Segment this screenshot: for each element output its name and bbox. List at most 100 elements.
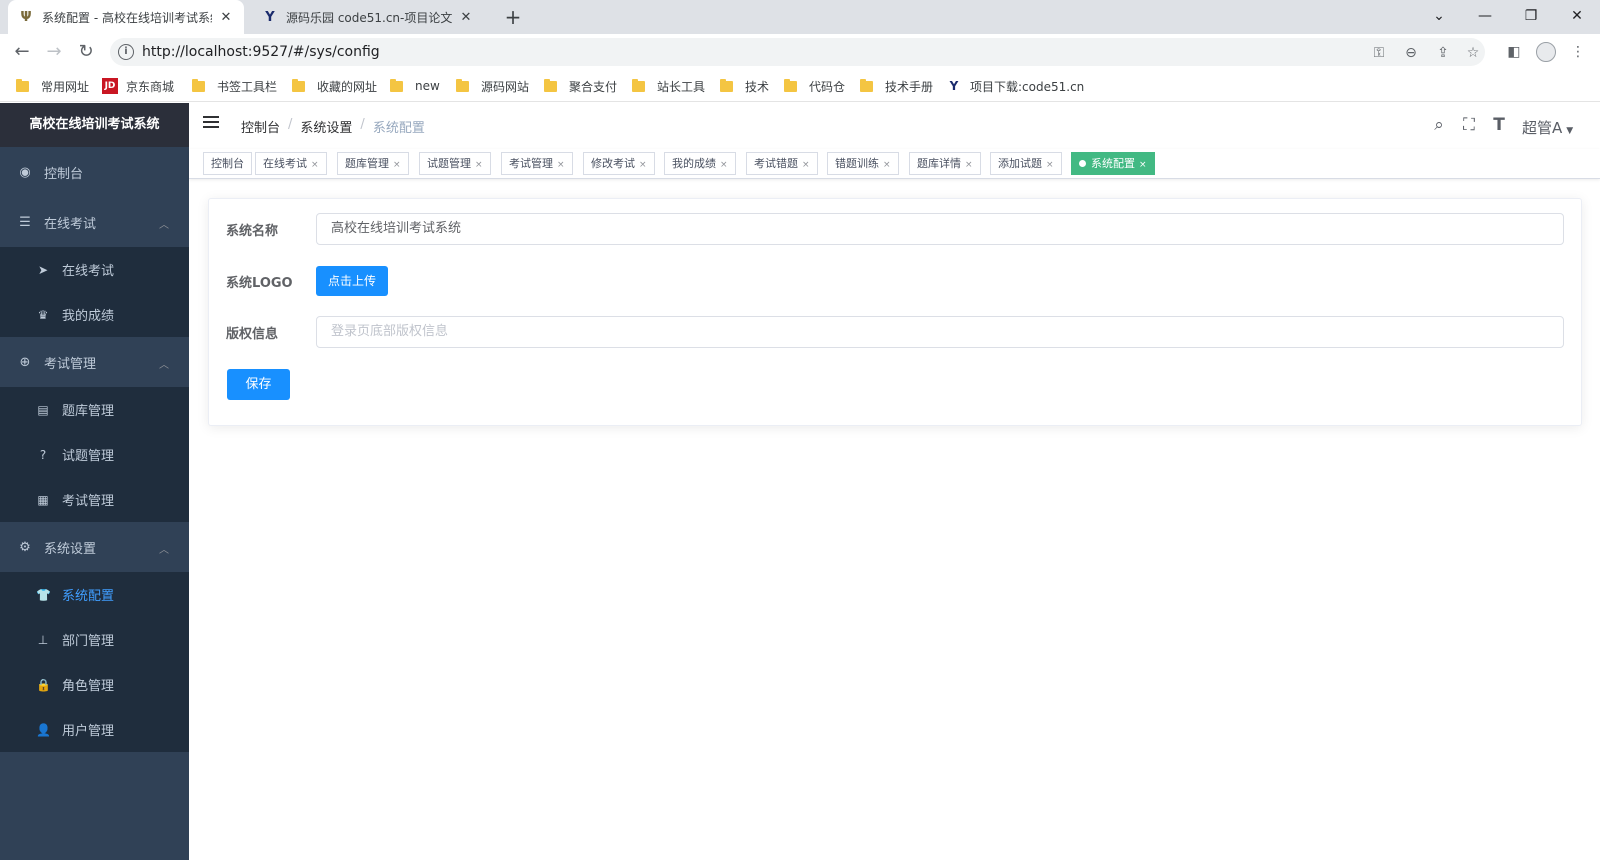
bookmark-item[interactable]: 站长工具 — [632, 77, 705, 95]
breadcrumb-item[interactable]: 系统设置 — [300, 117, 352, 136]
bookmark-item[interactable]: 技术手册 — [860, 77, 933, 95]
bookmark-item[interactable]: Y 项目下载:code51.cn — [946, 77, 1085, 95]
close-tab-icon[interactable]: ✕ — [218, 10, 234, 25]
y-logo-icon: Y — [265, 9, 275, 25]
sidebar-item-question-bank[interactable]: ▤ 题库管理 — [0, 387, 189, 432]
folder-icon — [860, 78, 873, 92]
sidebar-item-label: 在线考试 — [62, 264, 115, 279]
bookmark-item[interactable]: new — [390, 77, 440, 95]
tag-item[interactable]: 题库管理 × — [337, 152, 409, 175]
minimize-button[interactable]: — — [1462, 0, 1508, 34]
tag-item[interactable]: 试题管理 × — [419, 152, 491, 175]
side-panel-icon[interactable]: ◧ — [1504, 42, 1524, 62]
fullscreen-icon[interactable]: ⛶ — [1457, 113, 1481, 137]
forward-arrow-icon[interactable]: → — [40, 38, 68, 66]
sidebar-item-system-config[interactable]: 👕 系统配置 — [0, 572, 189, 617]
new-tab-button[interactable]: + — [500, 4, 526, 30]
reload-icon[interactable]: ↻ — [72, 38, 100, 66]
tag-label: 我的成绩 — [672, 157, 716, 170]
tag-close-icon[interactable]: × — [1139, 160, 1147, 170]
tag-close-icon[interactable]: × — [311, 160, 319, 170]
tag-close-icon[interactable]: × — [393, 160, 401, 170]
tag-item[interactable]: 考试管理 × — [501, 152, 573, 175]
close-tab-icon[interactable]: ✕ — [458, 10, 474, 25]
tag-close-icon[interactable]: × — [883, 160, 891, 170]
bookmark-label: 代码仓 — [809, 79, 846, 94]
tag-item[interactable]: 控制台 — [203, 152, 252, 175]
tag-item[interactable]: 我的成绩 × — [664, 152, 736, 175]
sidebar-item-online-exam[interactable]: ➤ 在线考试 — [0, 247, 189, 292]
close-window-button[interactable]: ✕ — [1554, 0, 1600, 34]
sidebar-item-questions[interactable]: ? 试题管理 — [0, 432, 189, 477]
tag-label: 考试管理 — [509, 157, 553, 170]
bookmark-label: 聚合支付 — [569, 79, 618, 94]
caret-down-icon: ▼ — [1566, 126, 1574, 136]
tag-close-icon[interactable]: × — [639, 160, 647, 170]
tag-close-icon[interactable]: × — [720, 160, 728, 170]
tag-item-active[interactable]: 系统配置 × — [1071, 152, 1155, 175]
bookmark-label: 收藏的网址 — [317, 79, 378, 94]
folder-icon — [192, 78, 205, 92]
sidebar-group-system-settings[interactable]: ⚙ 系统设置 ︿ — [0, 522, 189, 572]
book-icon: ▤ — [37, 402, 49, 417]
sidebar-item-users[interactable]: 👤 用户管理 — [0, 707, 189, 752]
tab-search-icon[interactable]: ⌄ — [1416, 0, 1462, 34]
sidebar-item-label: 用户管理 — [62, 724, 115, 739]
folder-icon — [720, 78, 733, 92]
site-info-icon[interactable]: i — [118, 44, 134, 60]
sidebar-group-exam-management[interactable]: ⊕ 考试管理 ︿ — [0, 337, 189, 387]
profile-avatar-icon[interactable] — [1536, 42, 1556, 62]
dashboard-icon: ◉ — [19, 164, 31, 180]
tag-close-icon[interactable]: × — [557, 160, 565, 170]
upload-button[interactable]: 点击上传 — [316, 266, 388, 296]
tag-item[interactable]: 考试错题 × — [746, 152, 818, 175]
config-form-card: 系统名称 高校在线培训考试系统 系统LOGO 点击上传 版权信息 登录页底部版权… — [208, 198, 1582, 426]
back-arrow-icon[interactable]: ← — [8, 38, 36, 66]
bookmark-item[interactable]: 源码网站 — [456, 77, 529, 95]
tag-close-icon[interactable]: × — [1046, 160, 1054, 170]
hamburger-menu-icon[interactable] — [203, 116, 219, 130]
browser-tab-active[interactable]: Ψ 系统配置 - 高校在线培训考试系统 ✕ — [8, 0, 244, 34]
address-bar[interactable]: i http://localhost:9527/#/sys/config ⚿ ⊖… — [110, 38, 1485, 66]
lock-icon: 🔒 — [36, 677, 51, 692]
breadcrumb-item-current: 系统配置 — [372, 121, 425, 136]
bookmark-item[interactable]: 技术 — [720, 77, 769, 95]
bookmark-item[interactable]: 代码仓 — [784, 77, 845, 95]
search-icon[interactable]: ⌕ — [1427, 113, 1451, 137]
key-icon[interactable]: ⚿ — [1370, 44, 1388, 62]
share-icon[interactable]: ⇪ — [1434, 44, 1452, 62]
system-name-label: 系统名称 — [226, 224, 279, 239]
sidebar-item-roles[interactable]: 🔒 角色管理 — [0, 662, 189, 707]
bookmark-item[interactable]: 书签工具栏 — [192, 77, 277, 95]
menu-dots-icon[interactable]: ⋮ — [1568, 42, 1588, 62]
user-dropdown[interactable]: 超管A ▼ — [1522, 117, 1573, 138]
bookmark-item[interactable]: 常用网址 — [16, 77, 89, 95]
tag-item[interactable]: 修改考试 × — [583, 152, 655, 175]
sidebar-group-online-exam[interactable]: ☰ 在线考试 ︿ — [0, 197, 189, 247]
sidebar-item-my-scores[interactable]: ♛ 我的成绩 — [0, 292, 189, 337]
tag-close-icon[interactable]: × — [802, 160, 810, 170]
tag-close-icon[interactable]: × — [965, 160, 973, 170]
save-button[interactable]: 保存 — [227, 369, 290, 400]
bookmark-item[interactable]: 聚合支付 — [544, 77, 617, 95]
bookmark-item[interactable]: JD 京东商城 — [102, 77, 174, 95]
sidebar-item-exams[interactable]: ▦ 考试管理 — [0, 477, 189, 522]
breadcrumb-item[interactable]: 控制台 — [241, 117, 280, 136]
sidebar-item-dashboard[interactable]: ◉ 控制台 — [0, 147, 189, 197]
system-name-input[interactable]: 高校在线培训考试系统 — [316, 213, 1564, 245]
tag-item[interactable]: 在线考试 × — [255, 152, 327, 175]
sidebar-item-departments[interactable]: ⊥ 部门管理 — [0, 617, 189, 662]
tag-item[interactable]: 添加试题 × — [990, 152, 1062, 175]
tag-item[interactable]: 题库详情 × — [909, 152, 981, 175]
zoom-icon[interactable]: ⊖ — [1402, 44, 1420, 62]
copyright-input[interactable]: 登录页底部版权信息 — [316, 316, 1564, 348]
bookmark-item[interactable]: 收藏的网址 — [292, 77, 377, 95]
tag-close-icon[interactable]: × — [475, 160, 483, 170]
font-size-icon[interactable]: T — [1487, 113, 1511, 137]
tag-item[interactable]: 错题训练 × — [827, 152, 899, 175]
browser-tabstrip: Ψ 系统配置 - 高校在线培训考试系统 ✕ Y 源码乐园 code51.cn-项… — [0, 0, 1600, 34]
browser-tab[interactable]: Y 源码乐园 code51.cn-项目论文代做 ✕ — [252, 0, 484, 34]
submenu-online-exam: ➤ 在线考试 ♛ 我的成绩 — [0, 247, 189, 337]
bookmark-star-icon[interactable]: ☆ — [1464, 44, 1482, 62]
restore-button[interactable]: ❐ — [1508, 0, 1554, 34]
